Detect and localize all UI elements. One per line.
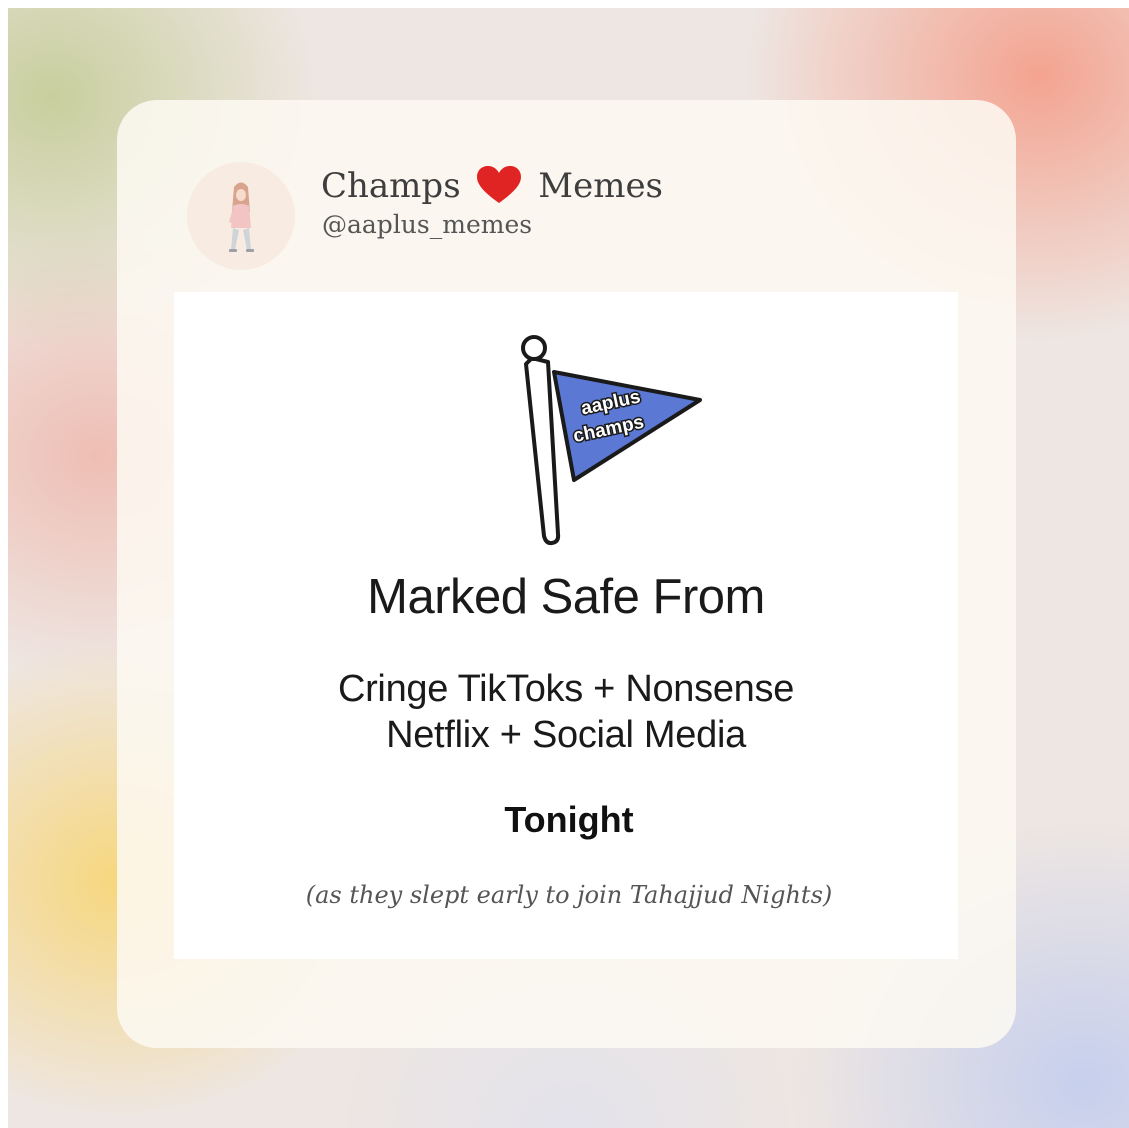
meme-tonight: Tonight bbox=[504, 799, 634, 840]
profile-name-part2: Memes bbox=[538, 166, 664, 206]
gradient-background: Champs Memes @aaplus_memes aaplus champs… bbox=[8, 8, 1129, 1128]
meme-line-1: Cringe TikToks + Nonsense bbox=[337, 668, 795, 710]
profile-name-part1: Champs bbox=[321, 166, 461, 206]
meme-headline: Marked Safe From bbox=[367, 570, 765, 624]
meme-caption: (as they slept early to join Tahajjud Ni… bbox=[305, 881, 833, 909]
meme-image: aaplus champs Marked Safe From Cringe Ti… bbox=[174, 292, 958, 959]
heart-icon bbox=[477, 166, 522, 203]
post-card: Champs Memes @aaplus_memes aaplus champs… bbox=[117, 100, 1016, 1048]
meme-line-2: Netflix + Social Media bbox=[386, 714, 746, 756]
girl-illustration-icon bbox=[229, 182, 254, 252]
profile-name[interactable]: Champs Memes bbox=[321, 166, 663, 208]
profile-avatar[interactable] bbox=[187, 162, 295, 270]
flag-icon: aaplus champs bbox=[521, 335, 702, 546]
profile-handle[interactable]: @aaplus_memes bbox=[322, 210, 532, 240]
